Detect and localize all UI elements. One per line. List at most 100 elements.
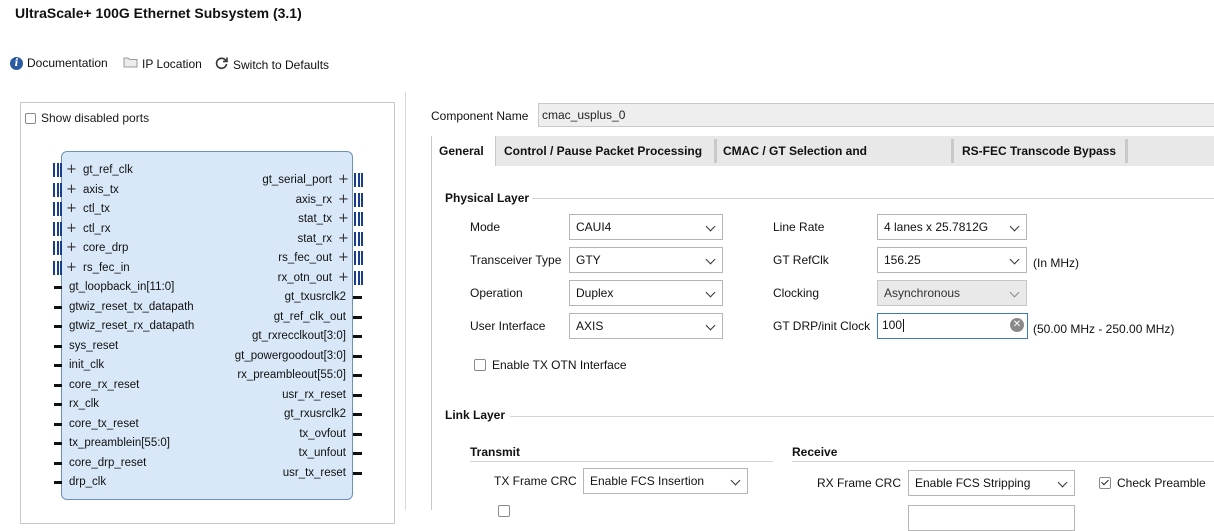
chevron-down-icon — [1009, 221, 1020, 232]
tx-frame-crc-label: TX Frame CRC — [494, 474, 577, 488]
info-icon: i — [10, 56, 23, 70]
expand-port-icon[interactable]: + — [66, 241, 77, 255]
checkbox-box[interactable] — [1099, 477, 1111, 489]
clocking-select: Asynchronous — [877, 280, 1027, 306]
transceiver-type-select[interactable]: GTY — [569, 247, 723, 273]
pin-connector — [54, 344, 62, 348]
switch-to-defaults-label: Switch to Defaults — [233, 57, 330, 72]
expand-port-icon[interactable]: + — [66, 221, 77, 236]
pin-connector — [353, 335, 362, 338]
pin-connector — [54, 481, 62, 484]
tab-rs-fec-transcode-bypass[interactable]: RS-FEC Transcode Bypass — [955, 136, 1126, 166]
expand-port-icon[interactable]: + — [338, 192, 349, 207]
bus-connector — [53, 260, 62, 275]
user-interface-value: AXIS — [576, 319, 604, 333]
refresh-icon — [214, 56, 229, 73]
documentation-button[interactable]: i Documentation — [10, 56, 108, 70]
line-rate-label: Line Rate — [773, 220, 825, 234]
expand-port-icon[interactable]: + — [338, 212, 349, 226]
gt-drp-clock-range: (50.00 MHz - 250.00 MHz) — [1033, 322, 1175, 336]
checkbox-box[interactable] — [25, 112, 36, 124]
clear-icon[interactable]: ✕ — [1010, 318, 1024, 332]
tab-general[interactable]: General — [431, 136, 496, 166]
gt-drp-clock-input[interactable]: 100 ✕ — [877, 313, 1028, 339]
component-name-label: Component Name — [431, 109, 529, 123]
operation-label: Operation — [470, 286, 523, 300]
mode-select[interactable]: CAUI4 — [569, 214, 723, 240]
tab-separator — [951, 139, 954, 163]
expand-port-icon[interactable]: + — [338, 251, 349, 265]
ip-location-button[interactable]: IP Location — [123, 56, 202, 71]
pin-connector — [353, 432, 362, 436]
bus-connector — [53, 221, 62, 236]
tx-frame-crc-select[interactable]: Enable FCS Insertion — [583, 468, 748, 494]
bus-connector — [53, 202, 62, 216]
chevron-down-icon — [1009, 287, 1020, 298]
section-rule — [532, 198, 1214, 199]
chevron-down-icon — [705, 287, 716, 298]
switch-to-defaults-button[interactable]: Switch to Defaults — [214, 56, 329, 73]
show-disabled-ports-checkbox[interactable]: Show disabled ports — [25, 111, 149, 125]
component-name-field[interactable]: cmac_usplus_0 — [538, 103, 1214, 127]
tx-next-option-checkbox[interactable] — [498, 505, 510, 517]
pin-connector — [54, 442, 62, 445]
check-preamble-label: Check Preamble — [1117, 476, 1206, 490]
pin-connector — [353, 296, 362, 299]
port-label: core_drp_reset — [69, 456, 147, 469]
documentation-label: Documentation — [27, 56, 108, 70]
port-label: core_rx_reset — [69, 378, 140, 391]
transceiver-type-value: GTY — [576, 253, 601, 267]
port-label: sys_reset — [69, 339, 119, 352]
bus-connector — [354, 212, 363, 226]
text-cursor — [903, 319, 905, 333]
operation-select[interactable]: Duplex — [569, 280, 723, 306]
expand-port-icon[interactable]: + — [66, 163, 77, 177]
pin-connector — [353, 315, 362, 319]
expand-port-icon[interactable]: + — [338, 231, 349, 246]
expand-port-icon[interactable]: + — [66, 202, 77, 216]
gt-drp-clock-label: GT DRP/init Clock — [773, 319, 871, 333]
pin-connector — [54, 422, 62, 426]
tab-control-pause-packet-processing[interactable]: Control / Pause Packet Processing — [497, 136, 714, 166]
checkbox-box[interactable] — [474, 359, 486, 371]
port-label: stat_rx — [297, 232, 332, 245]
rx-next-option-select[interactable] — [908, 505, 1075, 531]
panel-divider[interactable] — [405, 92, 406, 510]
expand-port-icon[interactable]: + — [338, 270, 349, 285]
enable-tx-otn-label: Enable TX OTN Interface — [492, 358, 627, 372]
bus-connector — [354, 270, 363, 285]
expand-port-icon[interactable]: + — [66, 182, 77, 197]
port-label: usr_rx_reset — [282, 388, 346, 401]
port-label: axis_rx — [295, 193, 332, 206]
expand-port-icon[interactable]: + — [338, 173, 349, 187]
checkbox-box[interactable] — [498, 505, 510, 517]
enable-tx-otn-checkbox[interactable]: Enable TX OTN Interface — [474, 358, 627, 372]
user-interface-select[interactable]: AXIS — [569, 313, 723, 339]
bus-connector — [354, 192, 363, 207]
port-label: gt_ref_clk_out — [273, 310, 346, 323]
pin-connector — [54, 286, 62, 289]
check-preamble-checkbox[interactable]: Check Preamble — [1099, 476, 1206, 490]
port-label: gt_ref_clk — [83, 164, 133, 176]
port-label: gt_txusrclk2 — [284, 291, 346, 303]
bus-connector — [354, 231, 363, 246]
expand-port-icon[interactable]: + — [66, 260, 77, 275]
section-rule — [792, 461, 1214, 462]
rx-frame-crc-select[interactable]: Enable FCS Stripping — [908, 470, 1075, 496]
port-label: tx_preamblein[55:0] — [69, 437, 171, 449]
folder-icon — [123, 56, 138, 71]
port-label: gt_loopback_in[11:0] — [69, 281, 175, 293]
pin-connector — [353, 471, 362, 475]
chevron-down-icon — [1009, 254, 1020, 265]
pin-connector — [54, 403, 62, 406]
mode-label: Mode — [470, 220, 501, 234]
port-label: gtwiz_reset_tx_datapath — [69, 300, 194, 313]
gt-drp-clock-value: 100 — [882, 318, 903, 332]
gt-refclk-select[interactable]: 156.25 — [877, 247, 1027, 273]
tab-separator — [1125, 139, 1128, 163]
gt-refclk-value: 156.25 — [884, 253, 921, 267]
line-rate-select[interactable]: 4 lanes x 25.7812G — [877, 214, 1027, 240]
tab-cmac-gt-selection[interactable]: CMAC / GT Selection and Configuration — [716, 136, 949, 188]
operation-value: Duplex — [576, 286, 614, 300]
port-label: init_clk — [69, 359, 105, 371]
